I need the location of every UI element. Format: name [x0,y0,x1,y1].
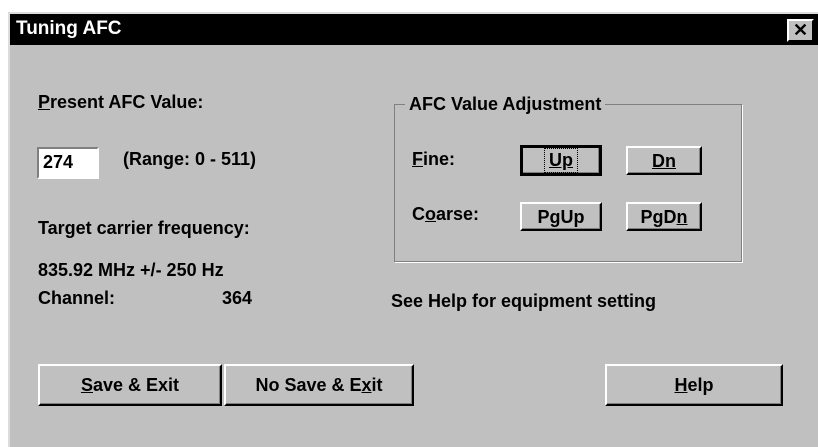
coarse-pgdn-button[interactable]: PgDn [626,202,702,231]
fine-up-label: Up [544,148,578,173]
fine-up-button[interactable]: Up [520,145,602,176]
fine-down-label: Dn [652,151,676,171]
save-exit-label: Save & Exit [80,375,180,395]
save-exit-button[interactable]: Save & Exit [38,364,222,406]
coarse-label: Coarse: [412,204,480,224]
no-save-exit-label: No Save & Exit [255,375,383,395]
tuning-afc-dialog: Tuning AFC ✕ Present AFC Value: 274 (Ran… [8,12,818,447]
fine-down-button[interactable]: Dn [626,146,702,175]
help-label: Help [674,375,714,395]
afc-range-label: (Range: 0 - 511) [123,149,257,169]
no-save-exit-button[interactable]: No Save & Exit [224,364,414,406]
afc-adjustment-group-title: AFC Value Adjustment [405,94,606,115]
channel-value: 364 [222,288,253,308]
channel-label: Channel: [38,288,116,308]
fine-label: Fine: [412,149,456,169]
coarse-pgup-label: PgUp [537,207,585,227]
afc-adjustment-group [394,104,742,262]
coarse-pgdn-label: PgDn [640,207,688,227]
target-frequency-value: 835.92 MHz +/- 250 Hz [38,260,224,280]
afc-value-input[interactable]: 274 [37,147,99,179]
target-frequency-label: Target carrier frequency: [38,218,250,238]
window-title: Tuning AFC [16,18,122,39]
close-icon: ✕ [792,20,809,40]
help-note: See Help for equipment setting [391,291,657,311]
present-afc-label: Present AFC Value: [38,92,204,112]
title-bar[interactable]: Tuning AFC ✕ [10,14,818,45]
coarse-pgup-button[interactable]: PgUp [520,202,602,231]
help-button[interactable]: Help [605,364,783,406]
close-button[interactable]: ✕ [787,19,814,42]
